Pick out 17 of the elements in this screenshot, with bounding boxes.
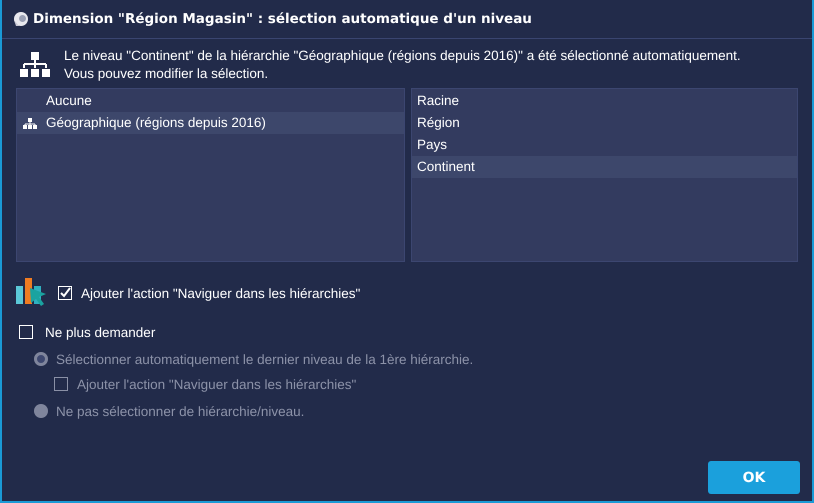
list-item[interactable]: Pays <box>412 134 797 156</box>
message-text: Vous pouvez modifier la sélection. <box>64 65 270 83</box>
radio-label: Ne pas sélectionner de hiérarchie/niveau. <box>56 404 304 418</box>
list-item[interactable]: Région <box>412 112 797 134</box>
list-item[interactable]: Continent <box>412 156 797 178</box>
list-item[interactable]: Géographique (régions depuis 2016) <box>17 112 404 134</box>
app-logo-icon <box>13 11 29 27</box>
list-item[interactable]: Aucune <box>17 90 404 112</box>
checkbox-label: Ajouter l'action "Naviguer dans les hiérarchies" <box>77 376 356 392</box>
message-text: Le niveau "Continent" de la hiérarchie "Géographique (régions depuis 2016)" a été sélectionné automatiquement. <box>64 47 741 65</box>
hierarchy-icon <box>20 52 50 78</box>
checkbox-label: Ne plus demander <box>45 324 156 340</box>
checkbox-label: Ajouter l'action "Naviguer dans les hiérarchies" <box>81 286 360 300</box>
window-title: Dimension "Région Magasin" : sélection automatique d'un niveau <box>33 11 532 27</box>
radio-label: Sélectionner automatiquement le dernier niveau de la 1ère hiérarchie. <box>56 352 474 366</box>
hierarchy-icon <box>23 118 37 128</box>
list-item[interactable]: Racine <box>412 90 797 112</box>
